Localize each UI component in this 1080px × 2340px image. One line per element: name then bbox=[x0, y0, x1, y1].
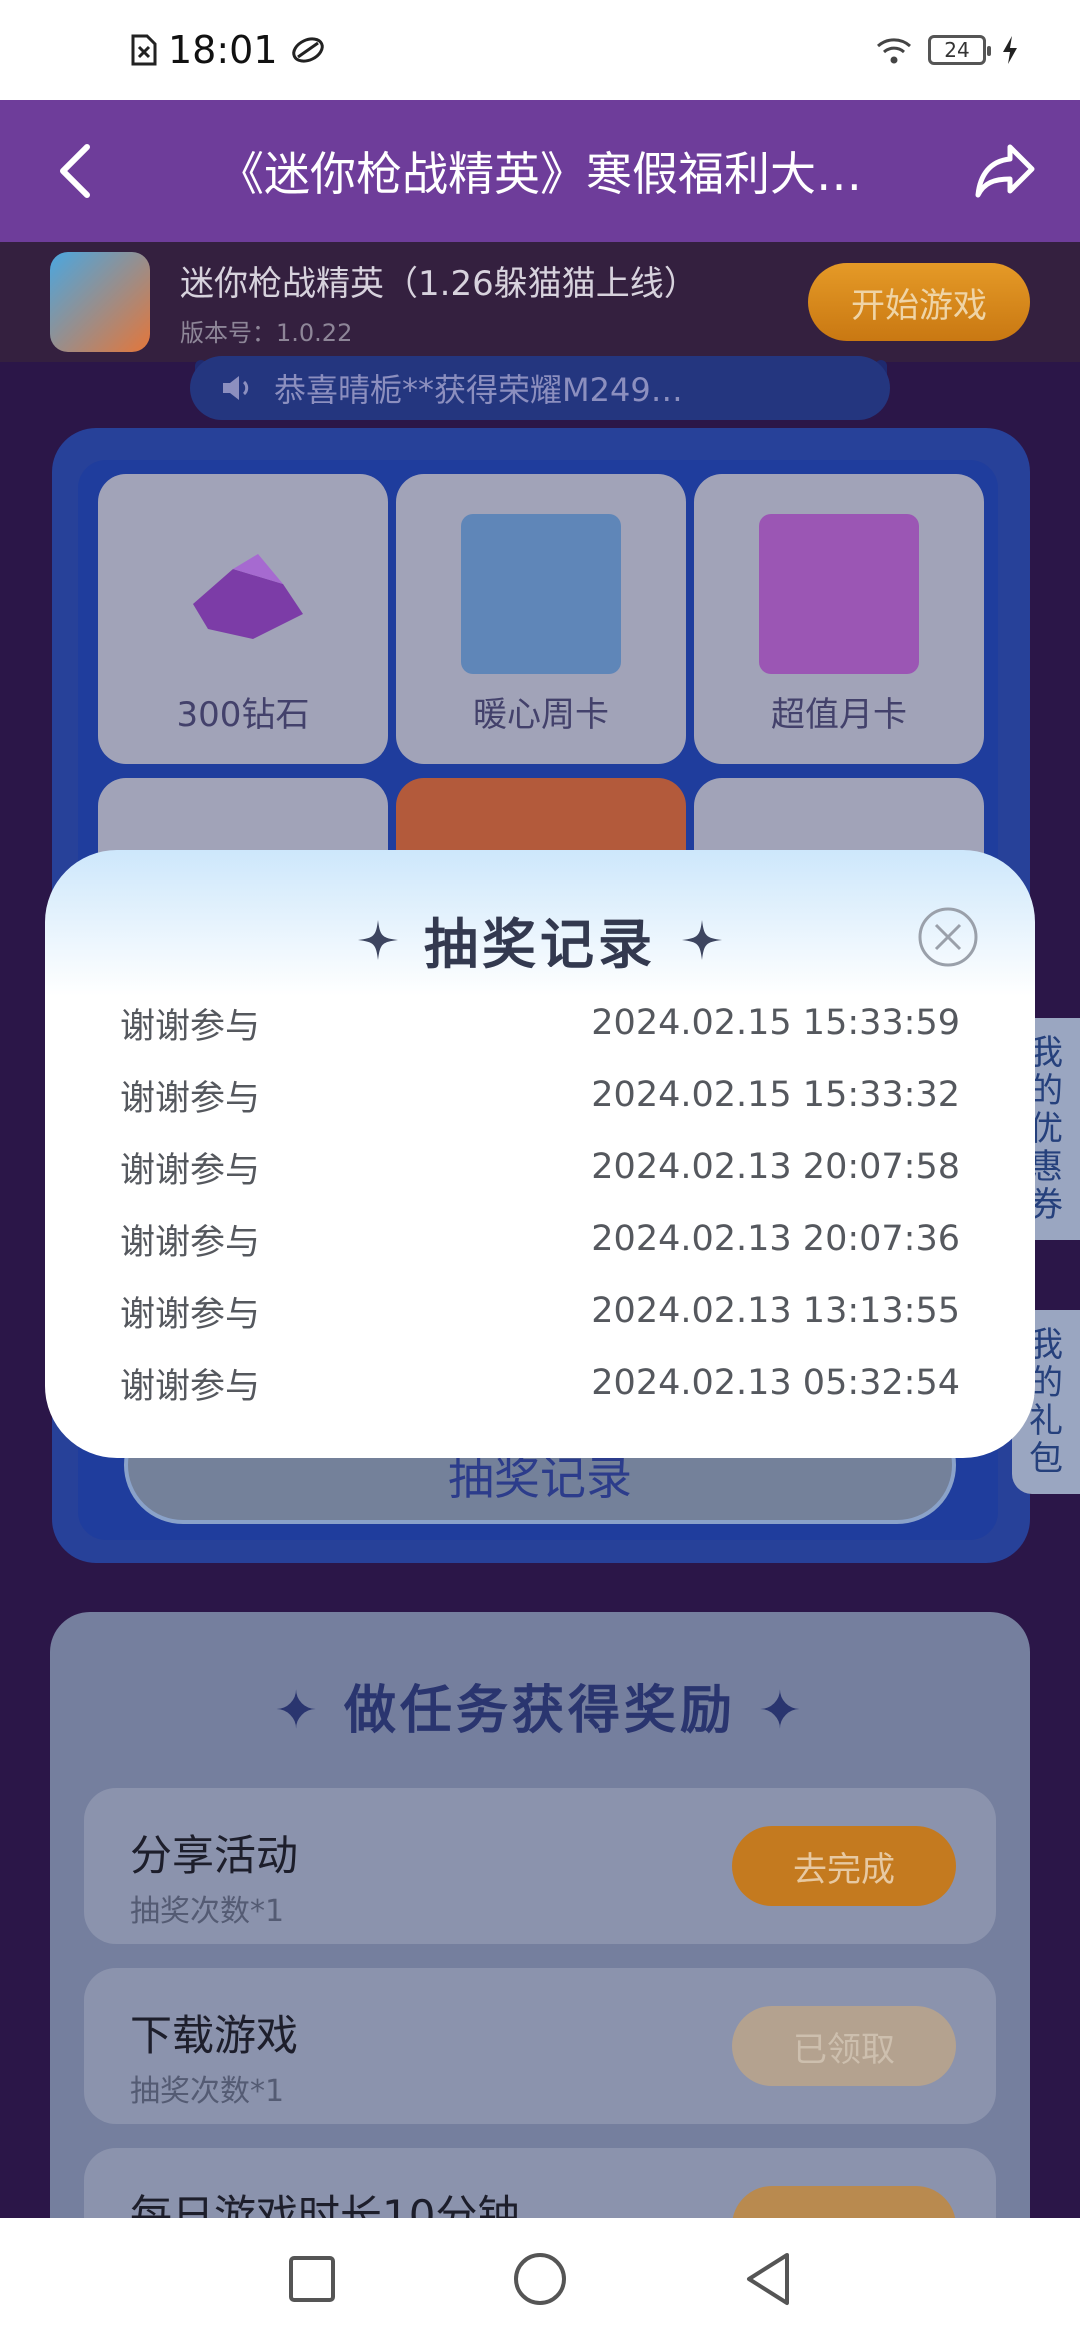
close-icon[interactable] bbox=[917, 906, 979, 968]
record-result: 谢谢参与 bbox=[120, 1078, 261, 1119]
record-time: 2024.02.13 20:07:58 bbox=[591, 1147, 960, 1187]
recent-apps-icon[interactable] bbox=[287, 2254, 337, 2304]
back-icon[interactable] bbox=[743, 2251, 793, 2307]
record-time: 2024.02.13 13:13:55 bbox=[591, 1291, 960, 1331]
sparkle-icon bbox=[358, 919, 398, 960]
record-result: 谢谢参与 bbox=[120, 1006, 261, 1047]
record-result: 谢谢参与 bbox=[120, 1222, 261, 1263]
lottery-record-modal: 抽奖记录 谢谢参与 2024.02.15 15:33:59 谢谢参与 2024.… bbox=[45, 850, 1035, 1458]
record-row: 谢谢参与 2024.02.13 05:32:54 bbox=[120, 1353, 960, 1413]
record-time: 2024.02.15 15:33:59 bbox=[591, 1003, 960, 1043]
record-time: 2024.02.15 15:33:32 bbox=[591, 1075, 960, 1115]
record-result: 谢谢参与 bbox=[120, 1150, 261, 1191]
record-row: 谢谢参与 2024.02.15 15:33:32 bbox=[120, 1065, 960, 1125]
record-row: 谢谢参与 2024.02.13 20:07:36 bbox=[120, 1209, 960, 1269]
record-row: 谢谢参与 2024.02.13 20:07:58 bbox=[120, 1137, 960, 1197]
modal-title: 抽奖记录 bbox=[45, 900, 1035, 979]
record-time: 2024.02.13 05:32:54 bbox=[591, 1363, 960, 1403]
record-row: 谢谢参与 2024.02.13 13:13:55 bbox=[120, 1281, 960, 1341]
sparkle-icon bbox=[682, 919, 722, 960]
record-time: 2024.02.13 20:07:36 bbox=[591, 1219, 960, 1259]
record-result: 谢谢参与 bbox=[120, 1366, 261, 1407]
home-icon[interactable] bbox=[512, 2251, 568, 2307]
record-result: 谢谢参与 bbox=[120, 1294, 261, 1335]
system-nav-bar bbox=[0, 2218, 1080, 2340]
record-row: 谢谢参与 2024.02.15 15:33:59 bbox=[120, 993, 960, 1053]
modal-title-text: 抽奖记录 bbox=[424, 913, 656, 976]
